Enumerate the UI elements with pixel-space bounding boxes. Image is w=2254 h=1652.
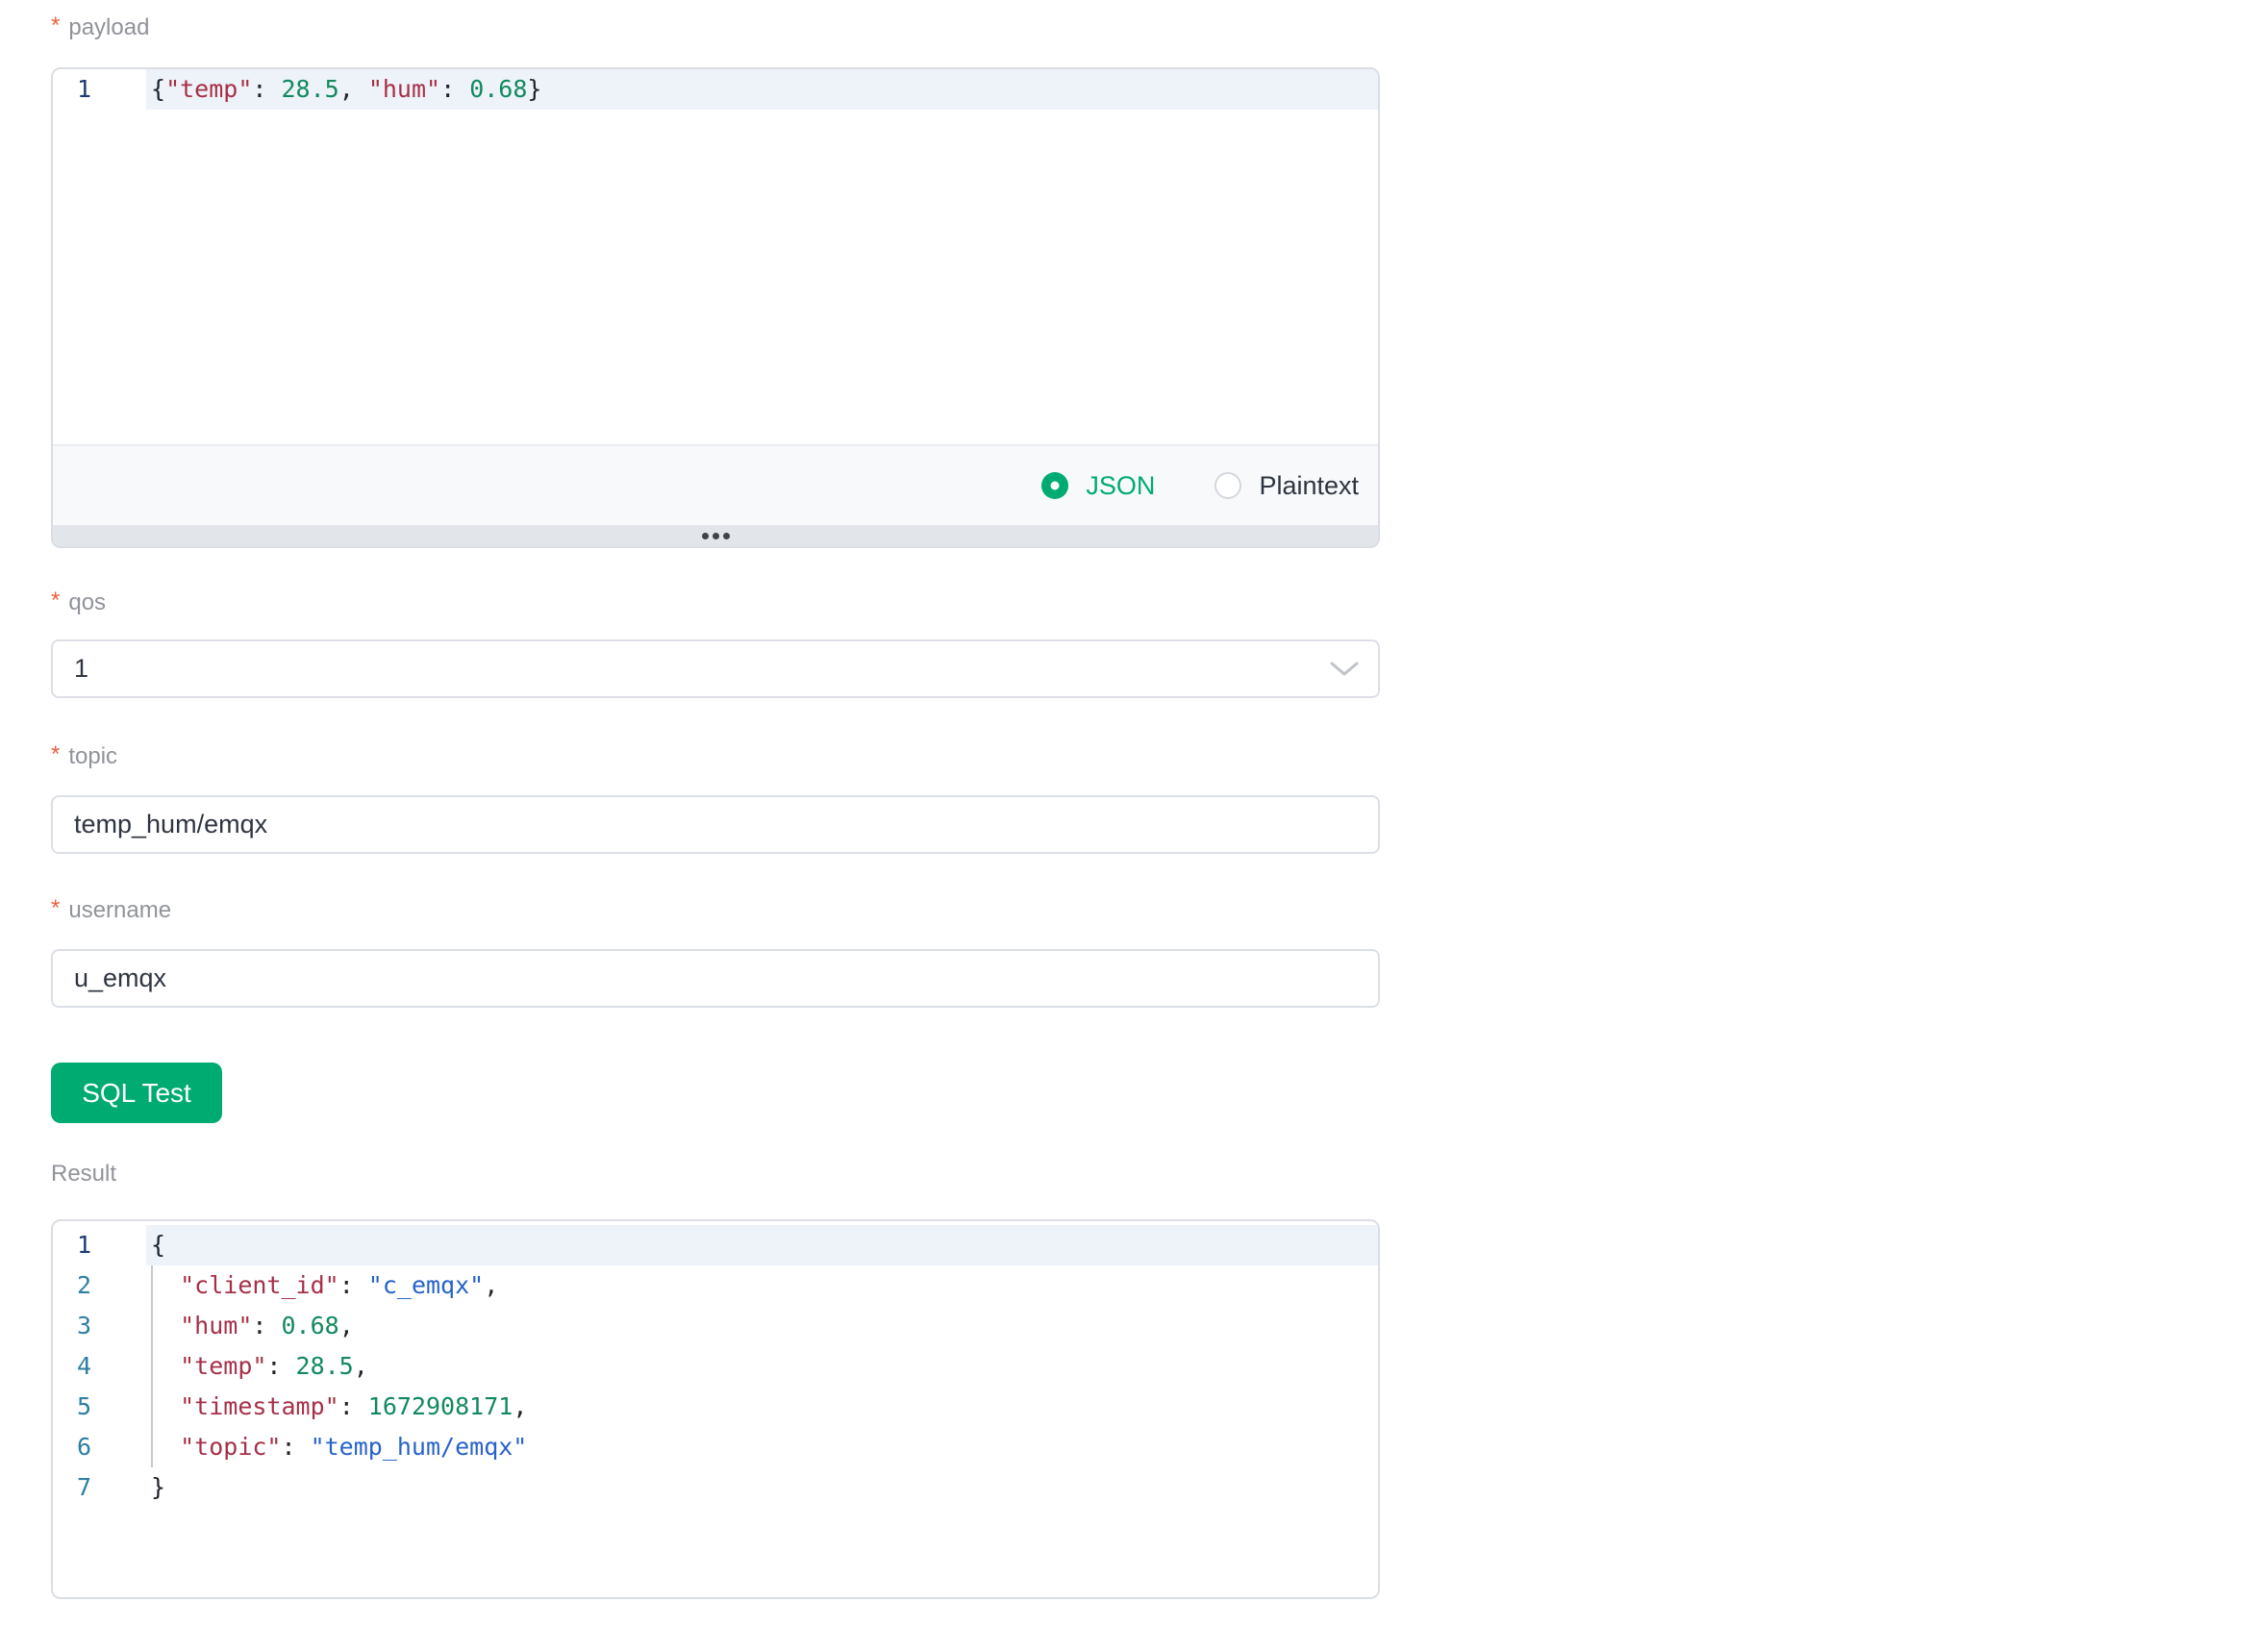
username-input[interactable] [51,949,1380,1008]
required-mark: * [51,740,60,769]
code-line: 3 "hum": 0.68, [53,1306,1378,1346]
required-mark: * [51,12,60,40]
rule-sql-test-form: * payload 1{"temp": 28.5, "hum": 0.68} J… [0,0,2254,1652]
result-editor-lines[interactable]: 1{2 "client_id": "c_emqx",3 "hum": 0.68,… [53,1221,1378,1597]
ellipsis-drag-handle-icon [702,533,709,539]
code-line: 1{"temp": 28.5, "hum": 0.68} [53,69,1378,110]
code-line: 7} [53,1467,1378,1508]
code-line: 2 "client_id": "c_emqx", [53,1265,1378,1306]
line-number: 5 [53,1387,146,1427]
topic-input[interactable] [51,795,1380,854]
username-label-text: username [68,896,171,925]
payload-format-json-radio[interactable]: JSON [1041,471,1155,501]
code-line: 4 "temp": 28.5, [53,1346,1378,1387]
line-number: 3 [53,1306,146,1346]
code-line: 1{ [53,1225,1378,1265]
line-number: 7 [53,1467,146,1508]
line-number: 6 [53,1427,146,1467]
qos-field-label: * qos [51,588,1380,617]
radio-label-plaintext: Plaintext [1259,471,1359,501]
code-line: 6 "topic": "temp_hum/emqx" [53,1427,1378,1467]
line-number: 1 [53,1225,146,1265]
result-label: Result [51,1160,1380,1189]
chevron-down-icon [1330,662,1359,677]
line-number: 2 [53,1265,146,1306]
username-field-label: * username [51,896,1380,925]
payload-format-bar: JSON Plaintext [53,444,1378,525]
payload-editor-lines[interactable]: 1{"temp": 28.5, "hum": 0.68} [53,69,1378,444]
required-mark: * [51,894,60,923]
topic-field-label: * topic [51,742,1380,771]
line-number: 1 [53,69,146,110]
required-mark: * [51,587,60,615]
line-number: 4 [53,1346,146,1387]
qos-select[interactable]: 1 [51,639,1380,698]
qos-label-text: qos [68,588,106,617]
payload-field-label: * payload [51,13,1380,42]
payload-label-text: payload [68,13,149,42]
payload-editor: 1{"temp": 28.5, "hum": 0.68} JSON Plaint… [51,67,1380,548]
code-line: 5 "timestamp": 1672908171, [53,1387,1378,1427]
radio-label-json: JSON [1086,471,1155,501]
result-editor: 1{2 "client_id": "c_emqx",3 "hum": 0.68,… [51,1219,1380,1599]
sql-test-button[interactable]: SQL Test [51,1063,222,1123]
radio-checked-icon [1041,472,1068,499]
payload-format-plaintext-radio[interactable]: Plaintext [1215,471,1359,501]
result-label-text: Result [51,1160,116,1189]
topic-label-text: topic [68,742,117,771]
ellipsis-drag-handle-icon [713,533,719,539]
editor-resize-handle[interactable] [53,525,1378,546]
radio-unchecked-icon [1215,472,1241,499]
ellipsis-drag-handle-icon [723,533,730,539]
indent-guide [151,1265,153,1467]
qos-select-value: 1 [74,654,88,683]
